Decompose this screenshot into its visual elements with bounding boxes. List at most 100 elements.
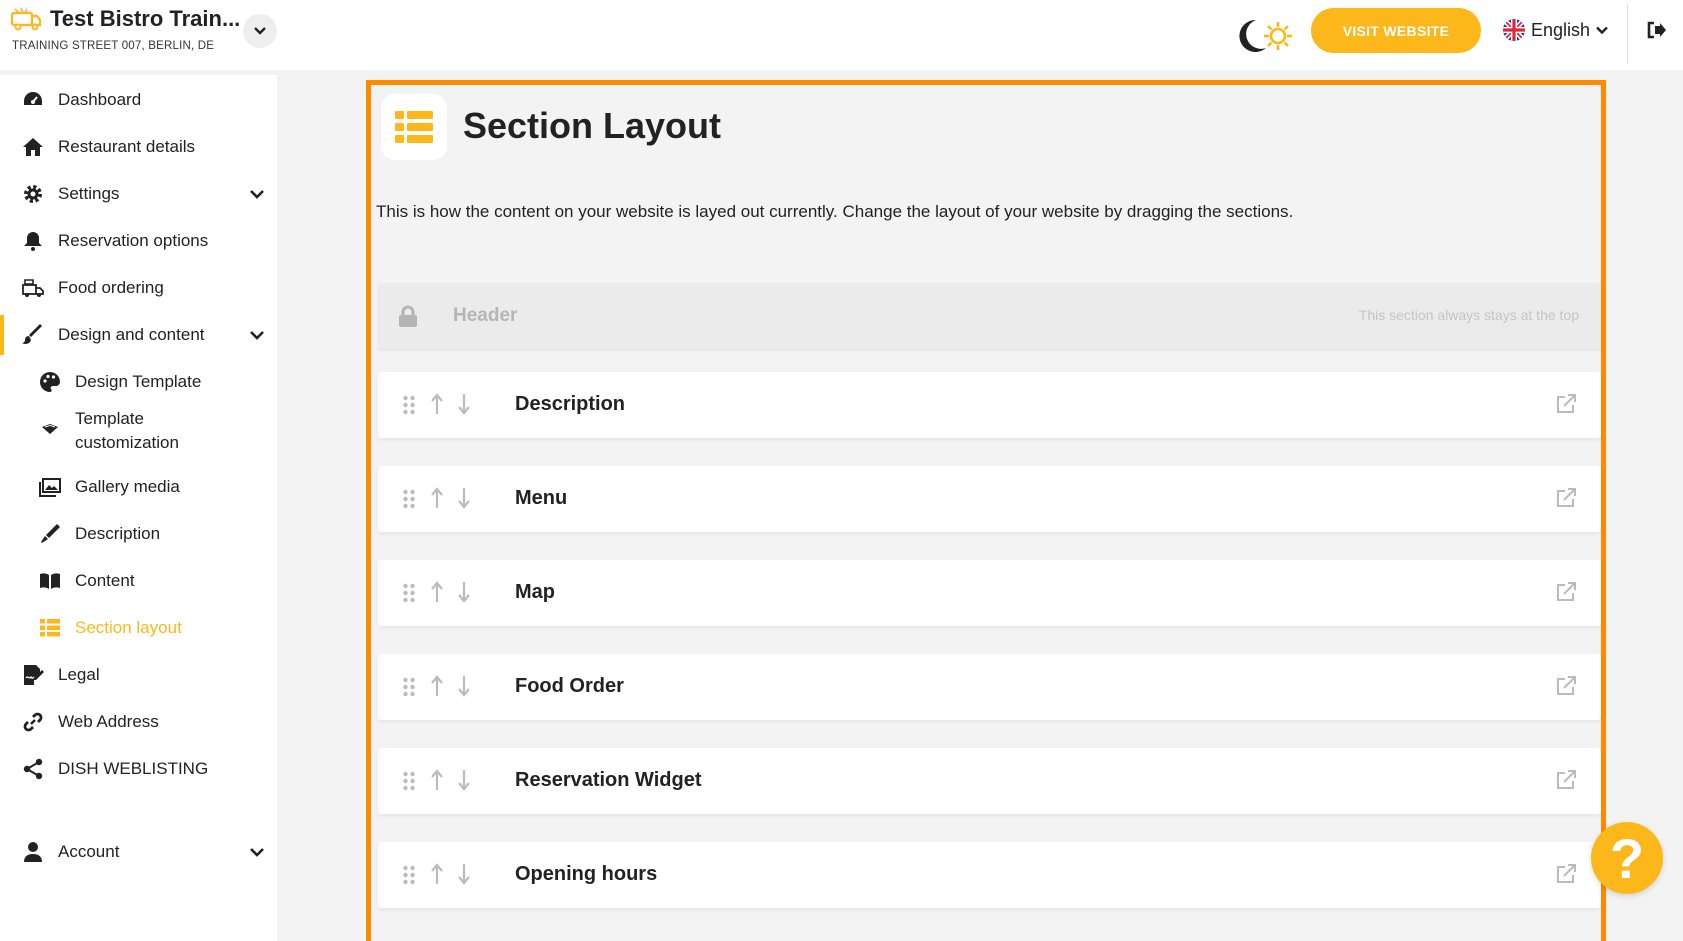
sidebar-item-content[interactable]: Content [0, 561, 277, 601]
list-icon [395, 111, 433, 143]
chevron-down-icon [1596, 26, 1608, 34]
sidebar-item-account[interactable]: Account [0, 832, 277, 872]
restaurant-switcher-button[interactable] [243, 14, 277, 48]
logout-button[interactable] [1643, 16, 1671, 44]
drag-handle-icon[interactable] [402, 395, 416, 415]
sidebar-item-label: Web Address [58, 712, 159, 731]
section-name: Header [453, 305, 518, 326]
chevron-down-icon [250, 848, 264, 857]
home-icon [23, 138, 43, 156]
sidebar-item-legal[interactable]: Legal [0, 655, 277, 695]
link-icon [23, 712, 43, 732]
sidebar-item-label: Dashboard [58, 90, 142, 109]
external-link-icon[interactable] [1555, 675, 1577, 697]
language-label: English [1531, 19, 1591, 40]
external-link-icon[interactable] [1555, 863, 1577, 885]
sidebar-item-dish-weblisting[interactable]: DISH WEBLISTING [0, 749, 277, 789]
page-description: This is how the content on your website … [376, 202, 1294, 221]
page-title: Section Layout [463, 105, 722, 146]
drag-handle-icon[interactable] [402, 583, 416, 603]
move-down-icon[interactable] [457, 863, 471, 885]
sidebar-item-settings[interactable]: Settings [0, 174, 277, 214]
sidebar-item-food-ordering[interactable]: Food ordering [0, 268, 277, 308]
move-down-icon[interactable] [457, 581, 471, 603]
list-icon [40, 619, 60, 637]
sidebar-item-web-address[interactable]: Web Address [0, 702, 277, 742]
dashboard-icon [24, 92, 42, 105]
sidebar-item-design-template[interactable]: Design Template [0, 362, 277, 402]
sidebar-item-template-customization[interactable]: Template customization [0, 409, 277, 459]
move-down-icon[interactable] [457, 393, 471, 415]
drag-handle-icon[interactable] [402, 489, 416, 509]
sidebar-item-description[interactable]: Description [0, 514, 277, 554]
external-link-icon[interactable] [1555, 487, 1577, 509]
sidebar-item-gallery-media[interactable]: Gallery media [0, 467, 277, 507]
move-down-icon[interactable] [457, 769, 471, 791]
sidebar-item-label: Design and content [58, 325, 205, 344]
visit-website-button[interactable]: VISIT WEBSITE [1311, 8, 1481, 53]
move-up-icon[interactable] [430, 393, 444, 415]
gallery-icon [39, 478, 61, 497]
section-layout-panel: Section Layout This is how the content o… [366, 80, 1606, 941]
move-up-icon[interactable] [430, 487, 444, 509]
section-name: Menu [515, 487, 568, 509]
bell-icon [24, 232, 42, 251]
section-row[interactable]: Menu [378, 466, 1601, 532]
drag-handle-icon[interactable] [402, 771, 416, 791]
section-name: Opening hours [515, 863, 658, 885]
sidebar: Dashboard Restaurant details Settings Re… [0, 75, 277, 941]
sidebar-item-label: Legal [58, 665, 100, 684]
drag-handle-icon[interactable] [402, 677, 416, 697]
sidebar-item-label: Content [75, 571, 135, 590]
sidebar-item-reservation-options[interactable]: Reservation options [0, 221, 277, 261]
lock-icon [399, 305, 417, 327]
section-layout-badge [381, 94, 447, 160]
gear-icon [24, 185, 42, 203]
legal-icon [24, 665, 44, 685]
move-down-icon[interactable] [457, 487, 471, 509]
drag-handle-icon[interactable] [402, 865, 416, 885]
section-row[interactable]: Opening hours [378, 842, 1601, 908]
template-icon [42, 424, 58, 434]
sidebar-item-label: Reservation options [58, 231, 209, 250]
move-up-icon[interactable] [430, 769, 444, 791]
sun-icon [1264, 22, 1292, 50]
sidebar-item-restaurant-details[interactable]: Restaurant details [0, 127, 277, 167]
sidebar-item-design-and-content[interactable]: Design and content [0, 315, 277, 355]
language-selector[interactable]: English [1503, 16, 1608, 44]
sidebar-item-section-layout[interactable]: Section layout [0, 608, 277, 648]
top-bar: Test Bistro Train... TRAINING STREET 007… [0, 0, 1683, 70]
restaurant-address: TRAINING STREET 007, BERLIN, DE [12, 40, 215, 52]
theme-toggle[interactable] [1230, 14, 1300, 58]
sidebar-item-dashboard[interactable]: Dashboard [0, 80, 277, 120]
external-link-icon[interactable] [1555, 581, 1577, 603]
section-row[interactable]: Reservation Widget [378, 748, 1601, 814]
help-button[interactable]: ? [1591, 822, 1663, 894]
user-icon [24, 842, 42, 862]
section-row[interactable]: Description [378, 372, 1601, 438]
external-link-icon[interactable] [1555, 769, 1577, 791]
section-name: Map [515, 581, 555, 603]
section-note: This section always stays at the top [1358, 307, 1579, 323]
external-link-icon[interactable] [1555, 393, 1577, 415]
chevron-down-icon [254, 27, 266, 35]
move-up-icon[interactable] [430, 675, 444, 697]
uk-flag-icon [1503, 19, 1525, 41]
move-up-icon[interactable] [430, 863, 444, 885]
section-name: Reservation Widget [515, 769, 702, 791]
section-row[interactable]: Food Order [378, 654, 1601, 720]
sidebar-item-label: Restaurant details [58, 137, 196, 156]
sidebar-item-label: DISH WEBLISTING [58, 759, 209, 778]
chevron-down-icon [250, 190, 264, 199]
sidebar-item-label: Gallery media [75, 477, 180, 496]
brush-icon [22, 324, 42, 344]
section-name: Food Order [515, 675, 624, 697]
move-up-icon[interactable] [430, 581, 444, 603]
header-section-row: Header This section always stays at the … [378, 283, 1601, 349]
sidebar-item-label: Settings [58, 184, 120, 203]
sidebar-item-label: Food ordering [58, 278, 164, 297]
section-row[interactable]: Map [378, 560, 1601, 626]
section-name: Description [515, 393, 626, 415]
move-down-icon[interactable] [457, 675, 471, 697]
share-icon [23, 758, 43, 780]
